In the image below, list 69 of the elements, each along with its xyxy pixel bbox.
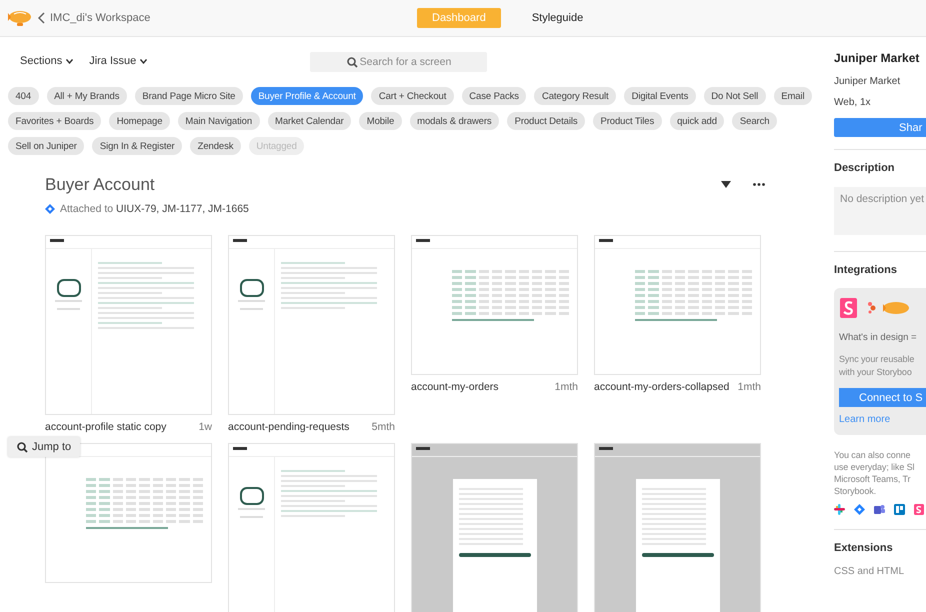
description-field[interactable]: No description yet [834,187,926,235]
nav-tab[interactable]: Styleguide [516,8,598,28]
jump-to-button[interactable]: Jump to [8,437,80,457]
integrations-note: You can also conne use everyday; like Sl Microsoft Teams, Tr Storybook. [834,449,916,497]
section-title: Buyer Account [45,175,155,195]
tag-chip[interactable]: Cart + Checkout [371,87,454,105]
screen-thumbnail-drawing[interactable] [594,443,761,612]
storybook-icon[interactable] [914,504,924,515]
search-icon [17,442,28,452]
tag-chip[interactable]: Email [774,87,812,105]
extension-item[interactable]: CSS and HTML [834,566,926,577]
tag-chip[interactable]: Brand Page Micro Site [134,87,243,105]
tag-chip[interactable]: Market Calendar [268,112,352,130]
tag-chip[interactable]: 404 [8,87,39,105]
tag-chip[interactable]: Mobile [359,112,402,130]
screen-thumbnail-drawing[interactable] [411,235,578,375]
tag-chip[interactable]: All + My Brands [46,87,127,105]
description-heading: Description [834,162,896,174]
attached-issues-text: Attached to UIUX-79, JM-1177, JM-1665 [60,203,249,215]
tag-chip[interactable]: Product Tiles [593,112,662,130]
slack-icon[interactable] [834,504,845,515]
tag-chip[interactable]: Sell on Juniper [8,137,84,155]
integrations-heading: Integrations [834,264,898,276]
screen-age: 1mth [738,381,761,393]
screen-thumbnail-drawing[interactable] [45,235,212,415]
platform-text: Web, 1x [834,97,872,108]
tag-chip[interactable]: Zendesk [190,137,241,155]
screen-name[interactable]: account-my-orders-collapsed [594,381,730,393]
screen-name[interactable]: account-profile static copy [45,421,166,433]
promo-title: What's in design = [839,332,918,343]
tag-chip[interactable]: Product Details [507,112,585,130]
screen-thumbnail-drawing[interactable] [594,235,761,375]
tag-chip[interactable]: Main Navigation [178,112,260,130]
tag-chip[interactable]: Search [732,112,777,130]
screen-thumbnail-drawing[interactable] [228,235,395,415]
tag-chip[interactable]: Category Result [534,87,616,105]
tag-chip[interactable]: Favorites + Boards [8,112,102,130]
tag-chip[interactable]: Digital Events [624,87,696,105]
tag-chip[interactable]: Homepage [109,112,170,130]
back-chevron-icon[interactable] [38,12,46,24]
workspace-link[interactable]: IMC_di's Workspace [50,12,150,24]
screen-age: 5mth [372,421,395,433]
filter-dropdown[interactable]: Sections [20,55,74,67]
screen-age: 1mth [554,381,578,393]
teams-icon[interactable] [874,504,885,515]
screen-thumbnail-drawing[interactable] [411,443,578,612]
search-icon [347,57,358,68]
tag-chip[interactable]: Case Packs [462,87,526,105]
promo-text: Sync your reusable with your Storyboo [839,353,916,379]
screen-thumbnail-drawing[interactable] [228,443,395,612]
tag-chip[interactable]: modals & drawers [410,112,500,130]
screen-name[interactable]: account-pending-requests [228,421,350,433]
screen-age: 1w [198,421,212,433]
filter-dropdown[interactable]: Jira Issue [89,55,148,67]
diamond-icon [45,204,55,214]
project-title: Juniper Market [834,51,920,65]
tag-chip[interactable]: Do Not Sell [704,87,766,105]
caret-icon [66,58,74,64]
tag-chip[interactable]: quick add [670,112,724,130]
caret-down-icon[interactable] [721,181,731,188]
caret-icon [140,58,148,64]
screen-name[interactable]: account-my-orders [411,381,499,393]
more-icon[interactable] [753,183,765,186]
trello-icon[interactable] [894,504,905,515]
search-field[interactable]: Search for a screen [310,52,487,72]
tag-chip[interactable]: Sign In & Register [92,137,182,155]
extensions-heading: Extensions [834,542,894,554]
diamond-icon[interactable] [854,504,865,515]
project-name: Juniper Market [834,76,902,87]
